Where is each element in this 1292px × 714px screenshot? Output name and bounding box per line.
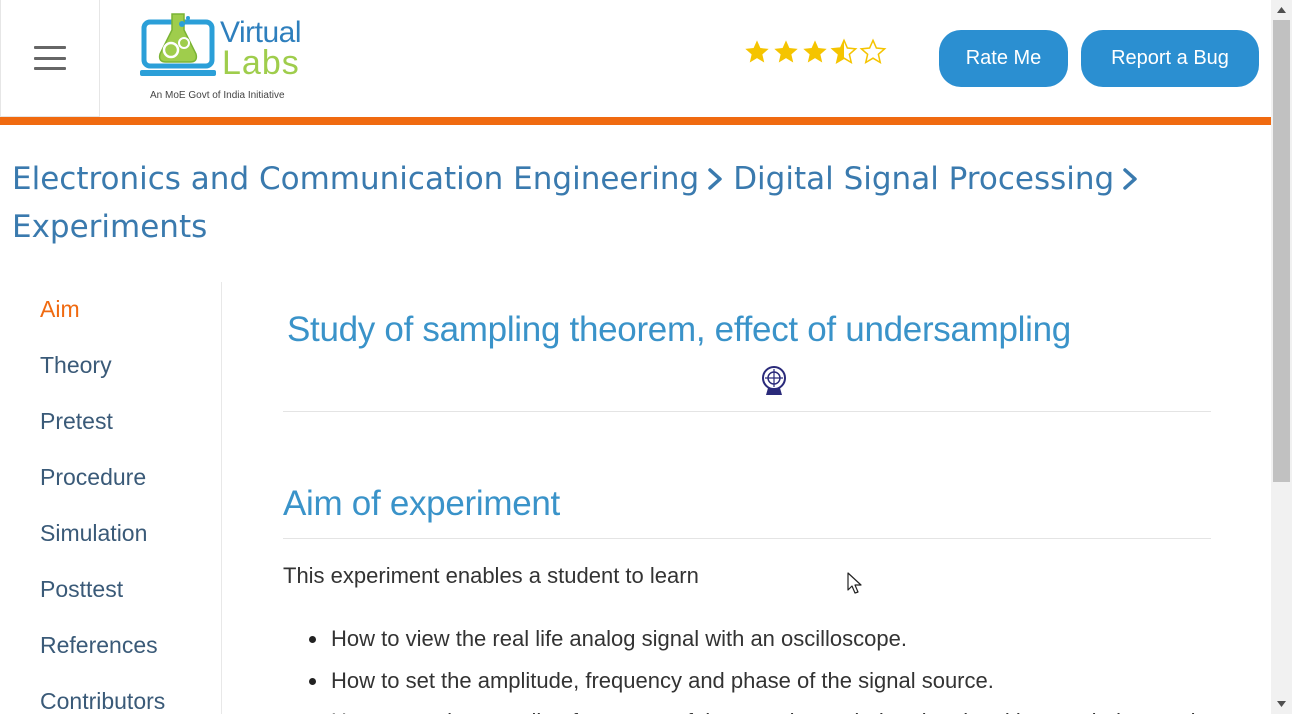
list-item: How to set the amplitude, frequency and …: [307, 660, 1227, 702]
sidebar-item-theory[interactable]: Theory: [40, 352, 112, 379]
institute-emblem-icon: [762, 366, 786, 395]
intro-text: This experiment enables a student to lea…: [283, 563, 699, 588]
star-empty-icon[interactable]: [859, 38, 887, 66]
logo-text-labs: Labs: [222, 44, 300, 82]
hamburger-icon: [34, 46, 66, 70]
breadcrumb-item-dsp[interactable]: Digital Signal Processing: [733, 161, 1114, 197]
star-half-icon[interactable]: [830, 38, 858, 66]
experiment-title: Study of sampling theorem, effect of und…: [287, 310, 1071, 349]
star-full-icon[interactable]: [743, 38, 771, 66]
virtual-labs-logo[interactable]: Virtual Labs An MoE Govt of India Initia…: [138, 10, 318, 106]
sidebar-item-posttest[interactable]: Posttest: [40, 576, 123, 603]
scrollbar-thumb[interactable]: [1273, 20, 1290, 482]
lab-flask-logo-icon: [140, 13, 216, 76]
sidebar-item-references[interactable]: References: [40, 632, 158, 659]
sidebar-item-contributors[interactable]: Contributors: [40, 688, 165, 714]
scroll-down-arrow-icon[interactable]: [1271, 694, 1292, 714]
sidebar-item-simulation[interactable]: Simulation: [40, 520, 147, 547]
menu-button[interactable]: [0, 0, 100, 117]
chevron-right-icon: [1123, 168, 1137, 190]
sidebar-item-procedure[interactable]: Procedure: [40, 464, 146, 491]
site-header: Virtual Labs An MoE Govt of India Initia…: [0, 0, 1271, 117]
section-divider: [283, 538, 1211, 539]
breadcrumb: Electronics and Communication Engineerin…: [12, 155, 1252, 251]
star-rating[interactable]: [743, 38, 887, 66]
experiment-sidebar: Aim Theory Pretest Procedure Simulation …: [0, 282, 222, 714]
star-full-icon[interactable]: [772, 38, 800, 66]
scroll-up-arrow-icon[interactable]: [1271, 0, 1292, 20]
breadcrumb-item-ece[interactable]: Electronics and Communication Engineerin…: [12, 161, 699, 197]
sidebar-item-aim[interactable]: Aim: [40, 296, 80, 323]
rate-me-button[interactable]: Rate Me: [939, 30, 1068, 87]
list-item: How to set the sampling frequency of the…: [307, 701, 1227, 714]
chevron-right-icon: [708, 168, 722, 190]
logo-tagline: An MoE Govt of India Initiative: [150, 90, 285, 101]
title-divider: [283, 411, 1211, 412]
aim-bullet-list: How to view the real life analog signal …: [307, 618, 1227, 714]
mouse-pointer-icon: [847, 572, 862, 594]
vertical-scrollbar[interactable]: [1271, 0, 1292, 714]
report-bug-button[interactable]: Report a Bug: [1081, 30, 1259, 87]
breadcrumb-item-experiments[interactable]: Experiments: [12, 209, 207, 245]
section-title: Aim of experiment: [283, 484, 560, 523]
star-full-icon[interactable]: [801, 38, 829, 66]
list-item: How to view the real life analog signal …: [307, 618, 1227, 660]
header-accent-bar: [0, 117, 1271, 125]
sidebar-item-pretest[interactable]: Pretest: [40, 408, 113, 435]
